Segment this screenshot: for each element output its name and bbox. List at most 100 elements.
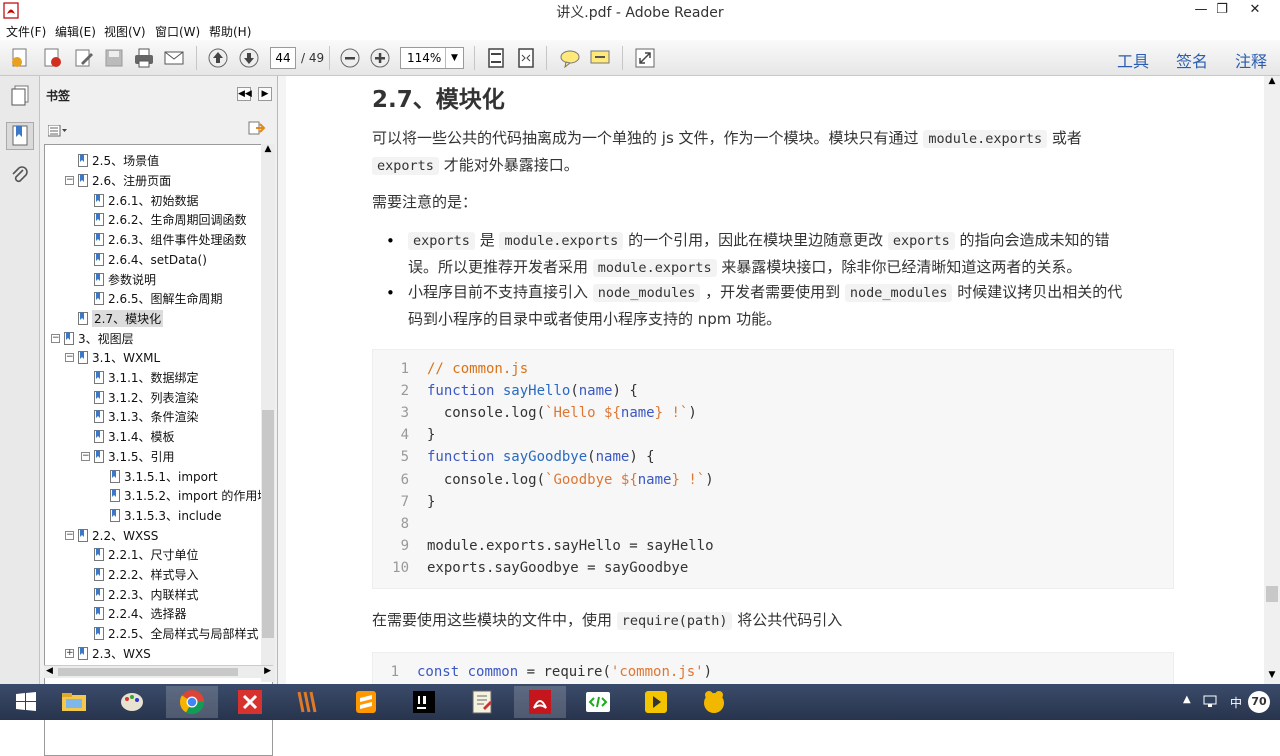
- collapse-icon[interactable]: −: [51, 333, 60, 343]
- bookmark-item[interactable]: 2.6.3、组件事件处理函数: [81, 230, 247, 250]
- bookmark-item[interactable]: +2.3、WXS: [65, 644, 151, 664]
- bookmark-item[interactable]: 2.2.5、全局样式与局部样式: [81, 624, 259, 644]
- bookmark-item[interactable]: 2.5、场景值: [65, 151, 159, 171]
- start-button[interactable]: [0, 686, 52, 718]
- options-menu-icon[interactable]: [47, 122, 68, 141]
- combine-pdf-icon[interactable]: [40, 46, 64, 70]
- scroll-thumb[interactable]: [262, 410, 274, 638]
- bookmark-item[interactable]: 3.1.1、数据绑定: [81, 368, 199, 388]
- comment-icon[interactable]: [558, 46, 582, 70]
- bookmark-item[interactable]: − 3.1.5、引用: [81, 447, 175, 467]
- collapse-icon[interactable]: −: [65, 530, 74, 540]
- adobe-reader-taskbar-icon[interactable]: [514, 686, 566, 718]
- bookmark-item[interactable]: 3.1.5.2、import 的作用域: [97, 486, 269, 506]
- bookmark-item[interactable]: 3.1.5.1、import: [97, 466, 218, 486]
- bookmark-item[interactable]: 2.2.1、尺寸单位: [81, 545, 199, 565]
- sublime-icon[interactable]: [340, 686, 392, 718]
- bookmark-item[interactable]: − 3.1、WXML: [65, 348, 160, 368]
- intellij-icon[interactable]: [398, 686, 450, 718]
- wechat-devtools-icon[interactable]: [572, 686, 624, 718]
- player-icon[interactable]: [630, 686, 682, 718]
- chrome-icon[interactable]: [166, 686, 218, 718]
- bookmark-scrollbar[interactable]: ▲ ▼: [261, 144, 275, 682]
- collapse-icon[interactable]: −: [65, 353, 74, 363]
- bookmark-item[interactable]: 2.2.2、样式导入: [81, 565, 199, 585]
- menu-help[interactable]: 帮助(H): [209, 23, 251, 40]
- next-page-icon[interactable]: [237, 46, 261, 70]
- expand-bookmark-icon[interactable]: [248, 120, 266, 140]
- zoom-out-icon[interactable]: [338, 46, 362, 70]
- scroll-up-icon[interactable]: ▲: [261, 144, 275, 158]
- notification-badge[interactable]: 70: [1248, 691, 1270, 713]
- ime-indicator[interactable]: 中: [1230, 694, 1242, 711]
- scroll-up-icon[interactable]: ▲: [1264, 76, 1280, 90]
- bookmark-icon: [78, 528, 88, 542]
- line-number: 9: [400, 537, 409, 554]
- doc-scroll-thumb[interactable]: [1266, 586, 1278, 602]
- email-icon[interactable]: [162, 46, 186, 70]
- fit-width-icon[interactable]: [514, 46, 538, 70]
- bookmark-item[interactable]: 2.2.4、选择器: [81, 604, 187, 624]
- previous-page-icon[interactable]: [206, 46, 230, 70]
- bookmark-item[interactable]: 2.2.3、内联样式: [81, 584, 199, 604]
- bookmark-item[interactable]: 2.6.5、图解生命周期: [81, 289, 223, 309]
- bookmark-item[interactable]: 3.1.4、模板: [81, 427, 175, 447]
- fit-page-icon[interactable]: [484, 46, 508, 70]
- chevron-down-icon[interactable]: ▼: [445, 48, 463, 68]
- expand-icon[interactable]: [633, 46, 657, 70]
- bookmarks-icon[interactable]: [6, 122, 34, 150]
- line-number: 2: [400, 383, 409, 400]
- paint-icon[interactable]: [106, 686, 158, 718]
- bookmark-item[interactable]: 2.6.4、setData(): [81, 250, 207, 270]
- notebook-icon[interactable]: [456, 686, 508, 718]
- xmind-icon[interactable]: [224, 686, 276, 718]
- close-button[interactable]: ✕: [1240, 0, 1270, 20]
- tools-link[interactable]: 工具: [1117, 48, 1149, 72]
- scroll-left-icon[interactable]: ◀: [46, 666, 53, 676]
- sign-link[interactable]: 签名: [1176, 48, 1208, 72]
- bookmark-item[interactable]: 参数说明: [81, 269, 156, 289]
- bookmark-item[interactable]: 2.7、模块化: [65, 309, 164, 329]
- bookmark-item[interactable]: 3.1.2、列表渲染: [81, 387, 199, 407]
- attachments-icon[interactable]: [6, 162, 34, 190]
- bookmark-item[interactable]: − 3、视图层: [51, 328, 134, 348]
- print-icon[interactable]: [132, 46, 156, 70]
- bookmark-hscrollbar[interactable]: ◀ ▶: [44, 665, 273, 678]
- collapse-icon[interactable]: −: [81, 451, 90, 461]
- restore-button[interactable]: ❐: [1207, 0, 1237, 20]
- collapse-icon[interactable]: −: [65, 176, 74, 186]
- create-pdf-icon[interactable]: [8, 46, 32, 70]
- bookmark-item[interactable]: − 2.6、注册页面: [65, 171, 171, 191]
- bookmark-item[interactable]: 2.6.1、初始数据: [81, 190, 199, 210]
- bookmark-item[interactable]: 3.1.5.3、include: [97, 506, 221, 526]
- bookmark-item[interactable]: 3.1.3、条件渲染: [81, 407, 199, 427]
- panel-splitter[interactable]: [278, 76, 286, 684]
- scroll-down-icon[interactable]: ▼: [1264, 670, 1280, 684]
- save-icon[interactable]: [102, 46, 126, 70]
- page-thumbnails-icon[interactable]: [6, 82, 34, 110]
- page-number-input[interactable]: 44: [270, 47, 296, 69]
- zoom-in-icon[interactable]: [368, 46, 392, 70]
- network-icon[interactable]: [1202, 694, 1218, 711]
- bookmark-item[interactable]: 2.6.2、生命周期回调函数: [81, 210, 247, 230]
- menu-window[interactable]: 窗口(W): [155, 23, 200, 40]
- bookmark-item[interactable]: − 2.2、WXSS: [65, 525, 158, 545]
- app-icon[interactable]: [688, 686, 740, 718]
- document-scrollbar[interactable]: ▲ ▼: [1264, 76, 1280, 684]
- zoom-select[interactable]: 114% ▼: [400, 47, 464, 69]
- menu-file[interactable]: 文件(F): [6, 23, 46, 40]
- scroll-right-icon[interactable]: ▶: [264, 666, 271, 676]
- menu-edit[interactable]: 编辑(E): [55, 23, 96, 40]
- tray-expand-icon[interactable]: ▲: [1183, 694, 1191, 705]
- comment-link[interactable]: 注释: [1235, 48, 1267, 72]
- file-explorer-icon[interactable]: [48, 686, 100, 718]
- text: 才能对外暴露接口。: [443, 156, 579, 174]
- close-panel-icon[interactable]: ▶: [258, 87, 272, 101]
- collapse-panel-icon[interactable]: ◀◀: [237, 87, 252, 101]
- hscroll-thumb[interactable]: [58, 668, 238, 676]
- edit-icon[interactable]: [72, 46, 96, 70]
- highlight-icon[interactable]: [588, 46, 612, 70]
- winrar-icon[interactable]: [282, 686, 334, 718]
- expand-icon[interactable]: +: [65, 648, 74, 658]
- menu-view[interactable]: 视图(V): [104, 23, 146, 40]
